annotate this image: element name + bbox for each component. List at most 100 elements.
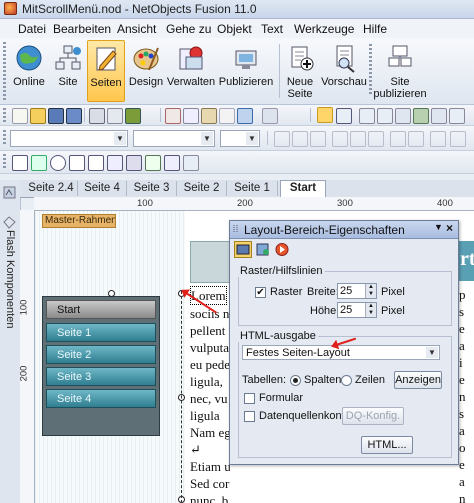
overflow-icon[interactable] xyxy=(450,131,466,147)
navigation-bar[interactable]: Start Seite 1 Seite 2 Seite 3 Seite 4 xyxy=(42,296,160,436)
font-size-select[interactable]: ▼ xyxy=(220,130,260,147)
html-button[interactable]: HTML... xyxy=(361,436,413,454)
flash-components-icon[interactable] xyxy=(3,186,16,199)
font-select[interactable]: ▼ xyxy=(133,130,215,147)
spalten-radio[interactable] xyxy=(290,375,301,386)
toolbar-grip[interactable] xyxy=(3,108,6,122)
delete-icon[interactable] xyxy=(219,108,235,124)
dropdown-arrow-icon[interactable]: ▼ xyxy=(434,222,443,232)
menu-bearbeiten[interactable]: Bearbeiten xyxy=(53,22,111,36)
verwalten-button[interactable]: Verwalten xyxy=(166,40,216,102)
paragraph-style-select[interactable]: ▼ xyxy=(10,130,128,147)
open-folder-icon[interactable] xyxy=(30,108,46,124)
print-preview-icon[interactable] xyxy=(107,108,123,124)
nav-item-seite-1[interactable]: Seite 1 xyxy=(46,323,156,342)
align-right-icon[interactable] xyxy=(368,131,384,147)
selection-handle[interactable] xyxy=(108,290,115,297)
toolbar-grip[interactable] xyxy=(3,42,6,100)
menu-ansicht[interactable]: Ansicht xyxy=(117,22,156,36)
tab-seite-2-4[interactable]: Seite 2.4 xyxy=(25,181,78,196)
zeilen-radio[interactable] xyxy=(341,375,352,386)
online-button[interactable]: Online xyxy=(9,40,49,102)
paste-icon[interactable] xyxy=(201,108,217,124)
object-tree-icon[interactable] xyxy=(449,108,465,124)
ruler-icon[interactable] xyxy=(377,108,393,124)
text-field-tool-icon[interactable] xyxy=(69,155,85,171)
menu-objekt[interactable]: Objekt xyxy=(217,22,252,36)
combo-tool-icon[interactable] xyxy=(107,155,123,171)
spellcheck-icon[interactable] xyxy=(125,108,141,124)
raster-checkbox[interactable]: ✔ xyxy=(255,287,266,298)
align-left-icon[interactable] xyxy=(332,131,348,147)
tab-start[interactable]: Start xyxy=(280,180,326,198)
anzeigen-button[interactable]: Anzeigen xyxy=(394,371,442,389)
list-tool-icon[interactable] xyxy=(164,155,180,171)
hoehe-spinner[interactable]: 25 ▲ ▼ xyxy=(337,302,377,318)
vorschau-button[interactable]: Vorschau xyxy=(320,40,368,102)
seiten-button[interactable]: Seiten xyxy=(87,40,125,102)
layout-tab-button[interactable] xyxy=(234,241,252,258)
spinner-arrows-icon[interactable]: ▲ ▼ xyxy=(365,303,376,317)
indent-icon[interactable] xyxy=(408,131,424,147)
tab-seite-2[interactable]: Seite 2 xyxy=(177,181,227,196)
side-panel-tab[interactable]: Flash Komponenten xyxy=(2,230,18,334)
save-all-icon[interactable] xyxy=(66,108,82,124)
new-icon[interactable] xyxy=(12,108,28,124)
nav-item-seite-2[interactable]: Seite 2 xyxy=(46,345,156,364)
zoom-icon[interactable] xyxy=(336,108,352,124)
menu-werkzeuge[interactable]: Werkzeuge xyxy=(294,22,354,36)
nav-item-seite-4[interactable]: Seite 4 xyxy=(46,389,156,408)
edit-field-tool-icon[interactable] xyxy=(88,155,104,171)
master-frame-label[interactable]: Master-Rahmen xyxy=(42,214,116,228)
datenquellen-checkbox[interactable] xyxy=(244,411,255,422)
layout-icon[interactable] xyxy=(395,108,411,124)
menu-hilfe[interactable]: Hilfe xyxy=(363,22,387,36)
redo-icon[interactable] xyxy=(262,108,278,124)
close-icon[interactable]: × xyxy=(446,221,453,235)
form-area-icon[interactable] xyxy=(12,155,28,171)
print-icon[interactable] xyxy=(89,108,105,124)
pointer-tool-icon[interactable] xyxy=(317,107,333,123)
tab-seite-4[interactable]: Seite 4 xyxy=(78,181,127,196)
menu-datei[interactable]: Datei xyxy=(18,22,46,36)
neue-seite-button[interactable]: Neue Seite xyxy=(284,40,316,102)
spinner-arrows-icon[interactable]: ▲ ▼ xyxy=(365,284,376,298)
nav-item-seite-3[interactable]: Seite 3 xyxy=(46,367,156,386)
effects-tab-icon[interactable] xyxy=(274,242,290,257)
design-button[interactable]: Design xyxy=(128,40,164,102)
tab-seite-1[interactable]: Seite 1 xyxy=(227,181,278,196)
menu-gehe-zu[interactable]: Gehe zu xyxy=(166,22,211,36)
components-icon[interactable] xyxy=(3,216,16,229)
button-tool-icon[interactable] xyxy=(126,155,142,171)
grid-icon[interactable] xyxy=(359,108,375,124)
dq-konfig-button[interactable]: DQ-Konfig. xyxy=(342,407,404,425)
properties-icon[interactable] xyxy=(431,108,447,124)
list-icon[interactable] xyxy=(390,131,406,147)
copy-icon[interactable] xyxy=(183,108,199,124)
align-center-icon[interactable] xyxy=(350,131,366,147)
tag-tool-icon[interactable] xyxy=(145,155,161,171)
undo-icon[interactable] xyxy=(237,108,253,124)
dialog-title-bar[interactable]: Layout-Bereich-Eigenschaften ▼ × xyxy=(230,221,458,239)
cut-icon[interactable] xyxy=(165,108,181,124)
tab-seite-3[interactable]: Seite 3 xyxy=(127,181,177,196)
banner[interactable]: rt xyxy=(459,241,474,281)
site-publizieren-button[interactable]: Site publizieren xyxy=(372,40,428,102)
checkbox-tool-icon[interactable] xyxy=(31,155,47,171)
toolbar-grip[interactable] xyxy=(3,154,6,170)
text-block[interactable]: Lorem sociis n pellent vulputa eu pede l… xyxy=(190,286,230,503)
text-block-right[interactable]: p s e a i e n s a o e a n xyxy=(459,286,474,503)
breite-spinner[interactable]: 25 ▲ ▼ xyxy=(337,283,377,299)
bold-icon[interactable] xyxy=(274,131,290,147)
save-icon[interactable] xyxy=(48,108,64,124)
banner-placeholder[interactable] xyxy=(190,241,232,283)
toolbar-grip[interactable] xyxy=(3,130,6,146)
nav-item-start[interactable]: Start xyxy=(46,300,156,319)
italic-icon[interactable] xyxy=(292,131,308,147)
site-button[interactable]: Site xyxy=(52,40,84,102)
hidden-field-tool-icon[interactable] xyxy=(183,155,199,171)
underline-icon[interactable] xyxy=(310,131,326,147)
radio-tool-icon[interactable] xyxy=(50,155,66,171)
style-tab-icon[interactable] xyxy=(255,242,271,257)
layout-mode-select[interactable]: Festes Seiten-Layout ▼ xyxy=(242,345,440,360)
